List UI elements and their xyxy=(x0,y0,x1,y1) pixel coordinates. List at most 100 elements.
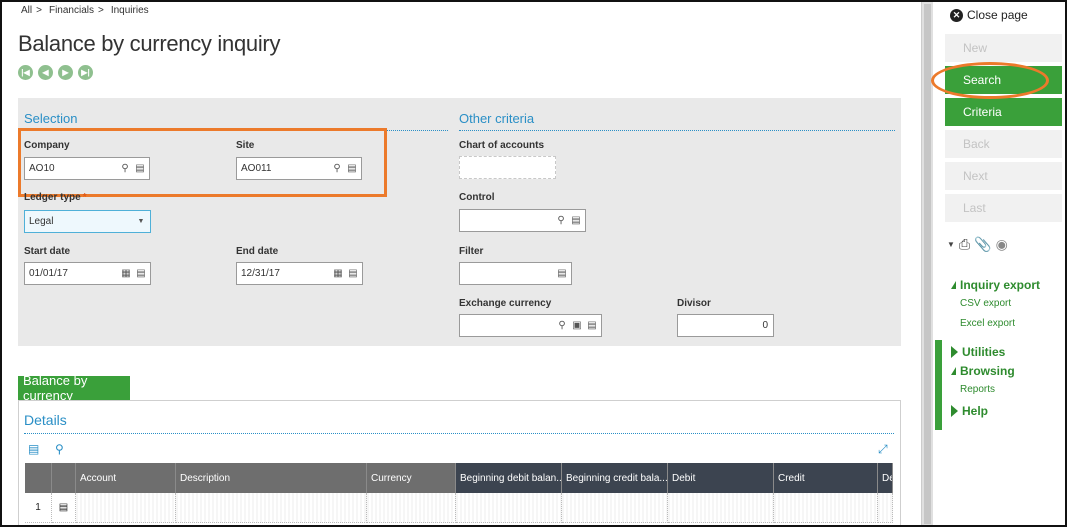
end-date-field[interactable]: 12/31/17 ▦ ▤ xyxy=(236,262,363,285)
column-currency[interactable]: Currency xyxy=(367,463,456,493)
paperclip-icon[interactable]: 📎 xyxy=(974,236,991,253)
site-label: Site xyxy=(236,140,255,151)
other-criteria-heading: Other criteria xyxy=(459,111,535,126)
detail-icon[interactable]: ▤ xyxy=(346,163,358,175)
triangle-right-icon xyxy=(951,405,958,417)
cell-credit[interactable] xyxy=(774,493,878,523)
grid-settings-icon[interactable]: ▤ xyxy=(28,442,39,456)
breadcrumb-inquiries[interactable]: Inquiries xyxy=(111,5,149,16)
comment-icon[interactable]: ◉ xyxy=(996,236,1008,253)
divisor-value: 0 xyxy=(762,320,768,331)
grid-header-rownum xyxy=(25,463,52,493)
vertical-scrollbar[interactable] xyxy=(921,2,933,525)
breadcrumb-all[interactable]: All xyxy=(21,5,32,16)
utilities-label: Utilities xyxy=(962,345,1006,359)
calendar-icon[interactable]: ▦ xyxy=(332,268,344,280)
filter-field[interactable]: ▤ xyxy=(459,262,572,285)
close-page-button[interactable]: ✕ Close page xyxy=(950,8,1028,22)
scrollbar-thumb[interactable] xyxy=(924,4,931,524)
last-record-icon[interactable]: ▶| xyxy=(78,65,93,80)
control-label: Control xyxy=(459,192,495,203)
company-label: Company xyxy=(24,140,70,151)
utilities-section[interactable]: Utilities xyxy=(951,345,1005,359)
tab-balance-by-currency[interactable]: Balance by currency xyxy=(18,373,130,403)
column-description[interactable]: Description xyxy=(176,463,367,493)
column-beginning-credit[interactable]: Beginning credit bala... xyxy=(562,463,668,493)
browsing-section[interactable]: Browsing xyxy=(951,364,1015,378)
breadcrumb-financials[interactable]: Financials xyxy=(49,5,94,16)
new-button[interactable]: New xyxy=(945,34,1062,64)
start-date-field[interactable]: 01/01/17 ▦ ▤ xyxy=(24,262,151,285)
csv-export-link[interactable]: CSV export xyxy=(960,298,1011,309)
cell-debit[interactable] xyxy=(668,493,774,523)
required-mark: * xyxy=(82,192,87,203)
cell-beginning-debit[interactable] xyxy=(456,493,562,523)
chart-of-accounts-label: Chart of accounts xyxy=(459,140,545,151)
detail-icon[interactable]: ▤ xyxy=(134,163,146,175)
search-icon[interactable]: ⚲ xyxy=(556,320,568,332)
detail-icon[interactable]: ▤ xyxy=(347,268,359,280)
cell-currency[interactable] xyxy=(367,493,456,523)
first-record-icon[interactable]: |◀ xyxy=(18,65,33,80)
next-record-icon[interactable]: ▶ xyxy=(58,65,73,80)
detail-icon[interactable]: ▤ xyxy=(556,268,568,280)
previous-record-icon[interactable]: ◀ xyxy=(38,65,53,80)
detail-icon[interactable]: ▤ xyxy=(586,320,598,332)
caret-down-icon[interactable]: ▼ xyxy=(947,240,955,249)
ledger-type-select[interactable]: Legal ▼ xyxy=(24,210,151,233)
end-date-value: 12/31/17 xyxy=(241,268,280,279)
calendar-icon[interactable]: ▦ xyxy=(120,268,132,280)
search-icon[interactable]: ⚲ xyxy=(555,215,567,227)
cell-de[interactable] xyxy=(878,493,893,523)
last-button[interactable]: Last xyxy=(945,194,1062,224)
excel-export-link[interactable]: Excel export xyxy=(960,318,1015,329)
start-date-label: Start date xyxy=(24,246,71,257)
reports-link[interactable]: Reports xyxy=(960,384,995,395)
page-title: Balance by currency inquiry xyxy=(18,31,281,56)
close-icon: ✕ xyxy=(950,8,963,22)
panel-collapse-handle[interactable] xyxy=(935,340,942,430)
document-icon[interactable]: ▣ xyxy=(571,320,583,332)
ledger-type-label: Ledger type * xyxy=(24,192,87,203)
search-icon[interactable]: ⚲ xyxy=(55,442,64,456)
next-button[interactable]: Next xyxy=(945,162,1062,192)
column-de[interactable]: De xyxy=(878,463,893,493)
other-criteria-divider xyxy=(459,130,895,131)
site-field[interactable]: AO011 ⚲ ▤ xyxy=(236,157,362,180)
search-button[interactable]: Search xyxy=(945,66,1062,96)
detail-icon[interactable]: ▤ xyxy=(570,215,582,227)
inquiry-export-label: Inquiry export xyxy=(960,278,1041,292)
detail-icon[interactable]: ▤ xyxy=(135,268,147,280)
chart-of-accounts-field[interactable] xyxy=(459,156,556,179)
filter-label: Filter xyxy=(459,246,484,257)
table-row[interactable]: 1 ▤ xyxy=(25,493,893,523)
ledger-type-value: Legal xyxy=(29,216,54,227)
chevron-down-icon[interactable]: ▼ xyxy=(135,216,147,228)
divisor-field[interactable]: 0 xyxy=(677,314,774,337)
cell-account[interactable] xyxy=(76,493,176,523)
inquiry-export-section[interactable]: Inquiry export xyxy=(951,278,1040,292)
expand-icon[interactable]: ⤢ xyxy=(878,442,888,457)
company-value: AO10 xyxy=(29,163,55,174)
back-button[interactable]: Back xyxy=(945,130,1062,160)
criteria-button[interactable]: Criteria xyxy=(945,98,1062,128)
breadcrumb: All > Financials > Inquiries xyxy=(21,5,149,16)
column-account[interactable]: Account xyxy=(76,463,176,493)
print-icon[interactable]: ⎙ xyxy=(959,236,970,253)
cell-beginning-credit[interactable] xyxy=(562,493,668,523)
search-icon[interactable]: ⚲ xyxy=(331,163,343,175)
close-page-label: Close page xyxy=(967,8,1028,22)
exchange-currency-field[interactable]: ⚲ ▣ ▤ xyxy=(459,314,602,337)
company-field[interactable]: AO10 ⚲ ▤ xyxy=(24,157,150,180)
help-label: Help xyxy=(962,404,989,418)
column-credit[interactable]: Credit xyxy=(774,463,878,493)
help-section[interactable]: Help xyxy=(951,404,988,418)
column-beginning-debit[interactable]: Beginning debit balan... xyxy=(456,463,562,493)
search-icon[interactable]: ⚲ xyxy=(119,163,131,175)
row-detail-icon[interactable]: ▤ xyxy=(52,493,76,523)
details-divider xyxy=(24,433,894,434)
record-navigation: |◀ ◀ ▶ ▶| xyxy=(18,65,93,80)
column-debit[interactable]: Debit xyxy=(668,463,774,493)
control-field[interactable]: ⚲ ▤ xyxy=(459,209,586,232)
cell-description[interactable] xyxy=(176,493,367,523)
